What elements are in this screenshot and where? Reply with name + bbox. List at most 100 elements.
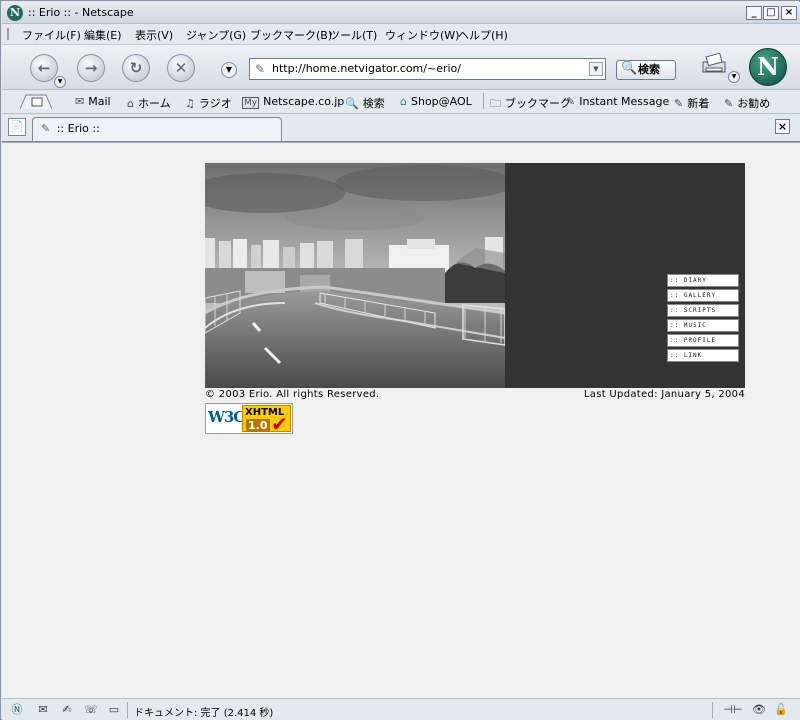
bookmark-label: Instant Message: [579, 95, 670, 108]
minimize-button[interactable]: _: [746, 6, 762, 20]
w3c-logo-text: W3C: [208, 408, 245, 426]
menu-tools[interactable]: ツール(T): [329, 27, 377, 43]
bookmark-mail[interactable]: ✉ Mail: [75, 95, 111, 108]
menu-bookmarks[interactable]: ブックマーク(B): [250, 27, 332, 43]
nav-link-profile[interactable]: :: PROFILE: [667, 334, 739, 347]
url-text: http://home.netvigator.com/~erio/: [272, 62, 461, 75]
nav-link-music[interactable]: :: MUSIC: [667, 319, 739, 332]
tab-erio[interactable]: ✎ :: Erio ::: [32, 117, 282, 142]
bookmark-new[interactable]: ✎ 新着: [674, 95, 709, 111]
search-button-label: 検索: [638, 63, 660, 76]
bookmark-netscape[interactable]: My Netscape.co.jp: [242, 95, 344, 109]
menu-edit[interactable]: 編集(E): [84, 27, 122, 43]
navigator-icon[interactable]: Ⓝ: [10, 703, 24, 717]
page-icon[interactable]: 📄: [8, 118, 26, 136]
page-status-icon[interactable]: ▭: [107, 703, 121, 717]
stop-button[interactable]: ✕: [167, 54, 195, 82]
nav-link-link[interactable]: :: LINK: [667, 349, 739, 362]
menu-file[interactable]: ファイル(F): [22, 27, 81, 43]
bookmark-search[interactable]: 🔍 検索: [345, 95, 385, 111]
new-tab-button[interactable]: [19, 93, 53, 113]
bookmark-label: Shop@AOL: [410, 95, 472, 108]
close-tab-button[interactable]: ×: [775, 119, 790, 134]
menu-bar: ファイル(F) 編集(E) 表示(V) ジャンプ(G) ブックマーク(B) ツー…: [2, 24, 800, 44]
reload-button[interactable]: ↻: [122, 54, 150, 82]
close-window-button[interactable]: ×: [781, 6, 797, 20]
bookmark-label: ラジオ: [198, 97, 232, 110]
my-netscape-icon: My: [242, 97, 260, 109]
bookmark-icon: ✎: [724, 97, 734, 110]
status-bar: Ⓝ ✉ ✍ ☏ ▭ ドキュメント: 完了 (2.414 秒) ⊣⊢ 👁 🔓: [2, 698, 800, 720]
url-dropdown-icon[interactable]: ▼: [589, 62, 603, 76]
back-history-dropdown[interactable]: ▼: [54, 76, 66, 88]
site-banner: :: DIARY :: GALLERY :: SCRIPTS :: MUSIC …: [205, 163, 745, 388]
privacy-icon[interactable]: 👁: [752, 703, 766, 717]
back-button[interactable]: ←: [30, 54, 58, 82]
home-icon: ⌂: [127, 97, 134, 110]
folder-icon: 🗀: [490, 97, 501, 110]
mail-icon[interactable]: ✉: [36, 703, 50, 717]
print-button[interactable]: [700, 52, 728, 79]
magnifier-icon: 🔍: [621, 61, 638, 76]
personal-toolbar: ✉ Mail ⌂ ホーム ♫ ラジオ My Netscape.co.jp 🔍 検索 ⌂ Sh…: [2, 90, 800, 114]
browser-window: N :: Erio :: - Netscape _ □ × ファイル(F) 編集…: [0, 0, 800, 720]
url-history-button[interactable]: ▼: [221, 62, 237, 78]
checkmark-icon: ✔: [271, 412, 288, 436]
toolbar-grip[interactable]: [7, 28, 15, 40]
mail-icon: ✉: [75, 95, 85, 108]
headphones-icon: ♫: [185, 97, 195, 110]
url-field[interactable]: ✎ http://home.netvigator.com/~erio/ ▼: [249, 58, 606, 80]
page-viewport: :: DIARY :: GALLERY :: SCRIPTS :: MUSIC …: [2, 142, 800, 698]
online-status-icon[interactable]: ⊣⊢: [720, 703, 746, 717]
bookmark-label: お勧め: [737, 97, 771, 110]
nav-link-diary[interactable]: :: DIARY: [667, 274, 739, 287]
toolbar-separator: [483, 93, 484, 109]
tab-title: :: Erio ::: [56, 122, 100, 135]
bookmark-home[interactable]: ⌂ ホーム: [127, 95, 171, 111]
maximize-button[interactable]: □: [763, 6, 779, 20]
forward-button[interactable]: →: [77, 54, 105, 82]
menu-view[interactable]: 表示(V): [135, 27, 173, 43]
netscape-logo[interactable]: N: [749, 48, 787, 86]
xhtml-box: XHTML 1.0 ✔: [242, 405, 291, 436]
bookmark-icon: ✎: [566, 95, 576, 108]
last-updated-text: Last Updated: January 5, 2004: [583, 389, 745, 400]
bookmark-instant-message[interactable]: ✎ Instant Message: [566, 95, 669, 108]
w3c-xhtml-badge[interactable]: W3C XHTML 1.0 ✔: [205, 403, 293, 436]
printer-icon: [702, 52, 726, 73]
menu-window[interactable]: ウィンドウ(W): [385, 27, 459, 43]
xhtml-version: 1.0: [246, 419, 270, 432]
bookmark-shop-aol[interactable]: ⌂ Shop@AOL: [400, 95, 472, 108]
search-button[interactable]: 🔍 検索: [616, 60, 676, 80]
bookmarks-folder[interactable]: 🗀 ブックマーク: [490, 95, 571, 114]
status-text: ドキュメント: 完了 (2.414 秒): [134, 708, 274, 719]
search-icon: 🔍: [345, 97, 359, 110]
print-dropdown[interactable]: ▼: [728, 71, 740, 83]
aol-icon: ⌂: [400, 95, 407, 108]
menu-help[interactable]: ヘルプ(H): [458, 27, 508, 43]
tab-bar: 📄 ✎ :: Erio :: ×: [2, 114, 800, 142]
security-lock-icon[interactable]: 🔓: [774, 703, 788, 717]
bookmark-label: ブックマーク: [505, 97, 571, 110]
page-proxy-icon[interactable]: ✎: [255, 59, 265, 79]
bookmark-recommended[interactable]: ✎ お勧め: [724, 95, 770, 111]
bookmark-label: ホーム: [137, 97, 171, 110]
title-bar: N :: Erio :: - Netscape _ □ ×: [2, 2, 800, 24]
nav-link-gallery[interactable]: :: GALLERY: [667, 289, 739, 302]
bookmark-radio[interactable]: ♫ ラジオ: [185, 95, 232, 111]
copyright-text: © 2003 Erio. All rights Reserved.: [205, 389, 380, 400]
bookmark-label: Mail: [88, 95, 111, 108]
bookmark-label: Netscape.co.jp: [263, 95, 345, 108]
menu-go[interactable]: ジャンプ(G): [186, 27, 246, 43]
bookmark-label: 新着: [687, 97, 710, 110]
navigation-toolbar: ← ▼ → ↻ ✕ ▼ ✎ http://home.netvigator.com…: [2, 44, 800, 90]
composer-icon[interactable]: ✍: [60, 703, 74, 717]
bookmark-label: 検索: [362, 97, 385, 110]
netscape-app-icon: N: [7, 5, 23, 21]
status-separator: [127, 702, 128, 718]
status-separator: [712, 702, 713, 718]
window-title: :: Erio :: - Netscape: [28, 6, 134, 19]
tab-page-icon: ✎: [41, 122, 51, 135]
address-book-icon[interactable]: ☏: [84, 703, 98, 717]
nav-link-scripts[interactable]: :: SCRIPTS: [667, 304, 739, 317]
